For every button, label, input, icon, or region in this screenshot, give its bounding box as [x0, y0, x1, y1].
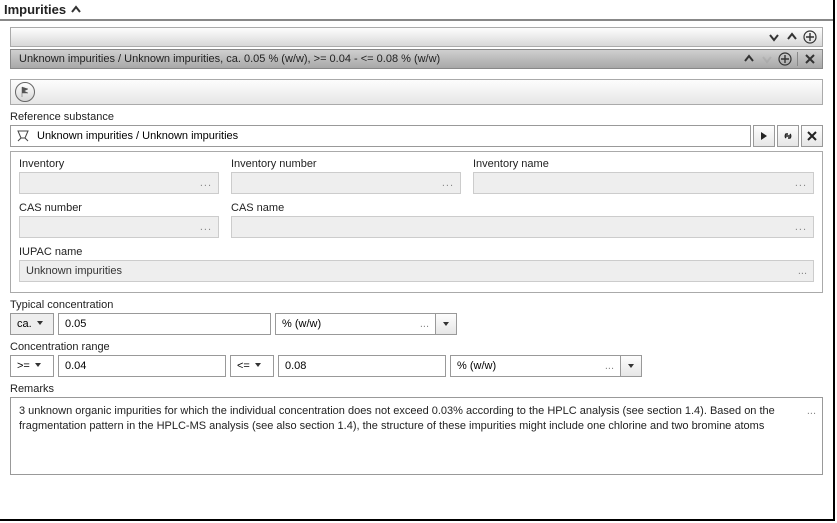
inventory-name-field: ...: [473, 172, 814, 194]
iupac-value: Unknown impurities: [26, 265, 122, 277]
cas-name-label: CAS name: [231, 202, 814, 214]
typical-qualifier-value: ca.: [17, 318, 32, 330]
inventory-label: Inventory: [19, 158, 219, 170]
substance-icon: [15, 128, 31, 144]
goto-button[interactable]: [753, 125, 775, 147]
remarks-text: 3 unknown organic impurities for which t…: [19, 405, 775, 432]
iupac-field: Unknown impurities ...: [19, 260, 814, 282]
cas-name-field: ...: [231, 216, 814, 238]
concentration-range-label: Concentration range: [10, 341, 823, 353]
typical-concentration-label: Typical concentration: [10, 299, 823, 311]
cas-number-label: CAS number: [19, 202, 219, 214]
separator: [797, 52, 798, 66]
remarks-label: Remarks: [10, 383, 823, 395]
reference-substance-value: Unknown impurities / Unknown impurities: [37, 130, 238, 142]
item-summary-text: Unknown impurities / Unknown impurities,…: [15, 53, 440, 65]
section-header[interactable]: Impurities: [0, 0, 833, 21]
reference-substance-input[interactable]: Unknown impurities / Unknown impurities: [10, 125, 751, 147]
inventory-number-field: ...: [231, 172, 461, 194]
chevron-down-icon: [36, 318, 44, 330]
reference-substance-label: Reference substance: [10, 111, 823, 123]
link-button[interactable]: [777, 125, 799, 147]
remarks-input[interactable]: ... 3 unknown organic impurities for whi…: [10, 397, 823, 475]
item-summary-bar[interactable]: Unknown impurities / Unknown impurities,…: [10, 49, 823, 69]
cas-number-field: ...: [19, 216, 219, 238]
clear-button[interactable]: [801, 125, 823, 147]
expand-icon[interactable]: ...: [807, 404, 816, 419]
delete-item-icon[interactable]: [802, 51, 818, 67]
typical-unit-dropdown[interactable]: [435, 313, 457, 335]
move-down-icon: [759, 51, 775, 67]
add-sibling-icon[interactable]: [777, 51, 793, 67]
chevron-up-icon[interactable]: [784, 29, 800, 45]
range-low-value-input[interactable]: 0.04: [58, 355, 226, 377]
add-icon[interactable]: [802, 29, 818, 45]
range-high-value-input[interactable]: 0.08: [278, 355, 446, 377]
list-toolbar: [10, 27, 823, 47]
confidentiality-bar[interactable]: [10, 79, 823, 105]
chevron-down-icon[interactable]: [766, 29, 782, 45]
typical-value-input[interactable]: 0.05: [58, 313, 271, 335]
typical-unit-field[interactable]: % (w/w) ...: [275, 313, 435, 335]
range-low-op-combo[interactable]: >=: [10, 355, 54, 377]
flag-icon[interactable]: [15, 82, 35, 102]
inventory-panel: Inventory ... Inventory number ... Inven…: [10, 151, 823, 293]
section-title: Impurities: [4, 2, 66, 17]
chevron-down-icon: [34, 360, 42, 372]
inventory-field: ...: [19, 172, 219, 194]
move-up-icon[interactable]: [741, 51, 757, 67]
iupac-label: IUPAC name: [19, 246, 814, 258]
typical-qualifier-combo[interactable]: ca.: [10, 313, 54, 335]
range-unit-field[interactable]: % (w/w) ...: [450, 355, 620, 377]
chevron-down-icon: [254, 360, 262, 372]
range-unit-dropdown[interactable]: [620, 355, 642, 377]
range-high-op-combo[interactable]: <=: [230, 355, 274, 377]
inventory-number-label: Inventory number: [231, 158, 461, 170]
collapse-caret-icon: [70, 4, 82, 16]
inventory-name-label: Inventory name: [473, 158, 814, 170]
